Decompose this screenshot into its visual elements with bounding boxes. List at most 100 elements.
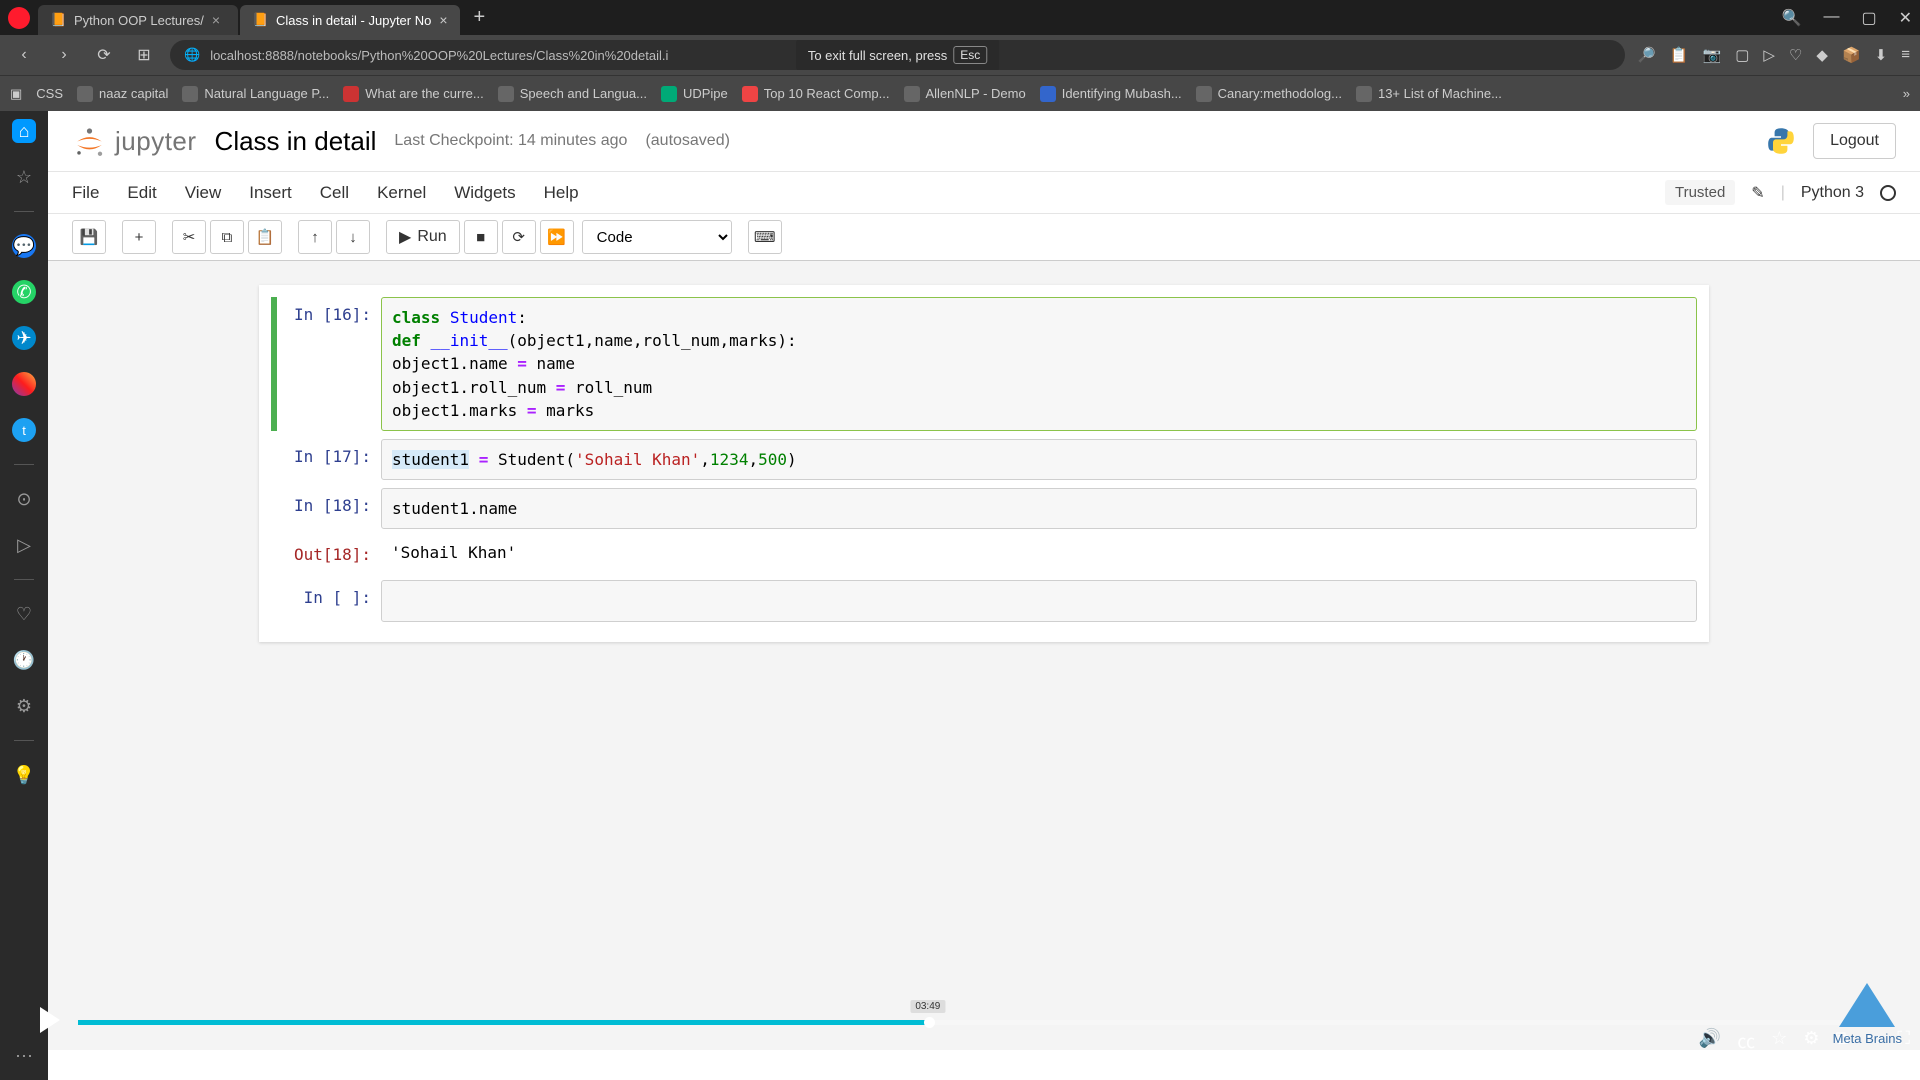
instagram-icon[interactable] (12, 372, 36, 396)
code-input[interactable] (381, 580, 1697, 621)
jupyter-favicon: 📙 (50, 12, 66, 28)
bookmark-item[interactable]: What are the curre... (343, 86, 484, 102)
code-cell[interactable]: In [18]: student1.name (271, 488, 1697, 529)
send-icon[interactable]: ▷ (1763, 46, 1775, 64)
close-window-icon[interactable]: ✕ (1899, 8, 1912, 28)
site-info-icon[interactable]: 🌐 (184, 47, 200, 63)
bookmark-item[interactable]: UDPipe (661, 86, 728, 102)
code-input[interactable]: class Student: def __init__(object1,name… (381, 297, 1697, 431)
menu-widgets[interactable]: Widgets (454, 183, 515, 203)
progress-bar[interactable] (78, 1020, 1890, 1025)
menu-edit[interactable]: Edit (127, 183, 156, 203)
bookmark-item[interactable]: CSS (36, 86, 63, 101)
more-icon[interactable]: ⋯ (12, 1044, 36, 1068)
progress-tooltip: 03:49 (910, 1000, 945, 1013)
reload-button[interactable]: ⟳ (90, 45, 118, 65)
home-icon[interactable]: ⌂ (12, 119, 36, 143)
save-button[interactable]: 💾 (72, 220, 106, 254)
copy-button[interactable]: ⧉ (210, 220, 244, 254)
reader-icon[interactable]: 🔎 (1637, 46, 1656, 64)
new-tab-button[interactable]: + (462, 6, 498, 29)
restart-button[interactable]: ⟳ (502, 220, 536, 254)
camera-icon[interactable]: 📷 (1703, 46, 1722, 64)
minimize-icon[interactable]: — (1823, 8, 1839, 28)
opera-icon[interactable] (8, 7, 30, 29)
jupyter-logo[interactable]: jupyter (72, 124, 197, 159)
settings-icon[interactable]: ⚙ (12, 694, 36, 718)
player-icon[interactable]: ⊙ (12, 487, 36, 511)
bookmark-item[interactable]: Speech and Langua... (498, 86, 647, 102)
paste-button[interactable]: 📋 (248, 220, 282, 254)
telegram-icon[interactable]: ✈ (12, 326, 36, 350)
code-cell[interactable]: In [17]: student1 = Student('Sohail Khan… (271, 439, 1697, 480)
tab-python-oop[interactable]: 📙 Python OOP Lectures/ × (38, 5, 238, 35)
bookmark-item[interactable]: Identifying Mubash... (1040, 86, 1182, 102)
add-cell-button[interactable]: + (122, 220, 156, 254)
grid-icon[interactable]: ⊞ (130, 45, 158, 65)
play-icon[interactable]: ▷ (12, 533, 36, 557)
cc-icon[interactable]: ㏄ (1737, 1028, 1755, 1054)
whatsapp-icon[interactable]: ✆ (12, 280, 36, 304)
video-star-icon[interactable]: ☆ (1771, 1028, 1787, 1054)
heart-icon[interactable]: ♡ (1789, 46, 1802, 64)
notebook-title[interactable]: Class in detail (215, 126, 377, 157)
ext1-icon[interactable]: ◆ (1816, 46, 1828, 64)
code-cell[interactable]: In [ ]: (271, 580, 1697, 621)
menu-view[interactable]: View (185, 183, 222, 203)
volume-icon[interactable]: 🔊 (1699, 1028, 1721, 1054)
move-up-button[interactable]: ↑ (298, 220, 332, 254)
jupyter-favicon: 📙 (252, 12, 268, 28)
lightbulb-icon[interactable]: 💡 (12, 763, 36, 787)
cell-type-select[interactable]: Code (582, 220, 732, 254)
bookmark-item[interactable]: Canary:methodolog... (1196, 86, 1342, 102)
bookmark-item[interactable]: AllenNLP - Demo (904, 86, 1026, 102)
fast-forward-button[interactable]: ⏩ (540, 220, 574, 254)
maximize-icon[interactable]: ▢ (1861, 8, 1876, 28)
code-cell[interactable]: In [16]: class Student: def __init__(obj… (271, 297, 1697, 431)
edit-icon[interactable]: ✎ (1751, 183, 1764, 203)
twitter-icon[interactable]: t (12, 418, 36, 442)
menu-insert[interactable]: Insert (249, 183, 292, 203)
bookmarks-overflow-icon[interactable]: » (1903, 86, 1910, 101)
command-palette-button[interactable]: ⌨ (748, 220, 782, 254)
search-icon[interactable]: 🔍 (1782, 8, 1802, 28)
menu-file[interactable]: File (72, 183, 99, 203)
trusted-badge[interactable]: Trusted (1665, 180, 1735, 205)
progress-thumb[interactable] (924, 1017, 935, 1028)
heart-sidebar-icon[interactable]: ♡ (12, 602, 36, 626)
close-icon[interactable]: × (439, 12, 447, 28)
close-icon[interactable]: × (212, 12, 220, 28)
play-button[interactable] (40, 1007, 60, 1033)
history-icon[interactable]: 🕐 (12, 648, 36, 672)
tab-class-detail[interactable]: 📙 Class in detail - Jupyter No × (240, 5, 460, 35)
star-icon[interactable]: ☆ (12, 165, 36, 189)
cut-button[interactable]: ✂ (172, 220, 206, 254)
bookmark-icon[interactable]: ▢ (1735, 46, 1749, 64)
ext2-icon[interactable]: 📦 (1842, 46, 1861, 64)
bookmark-item[interactable]: Top 10 React Comp... (742, 86, 890, 102)
code-input[interactable]: student1.name (381, 488, 1697, 529)
messenger-icon[interactable]: 💬 (12, 234, 36, 258)
menu-kernel[interactable]: Kernel (377, 183, 426, 203)
cell-output: 'Sohail Khan' (381, 537, 1697, 572)
run-button[interactable]: ▶ Run (386, 220, 460, 254)
back-button[interactable]: ‹ (10, 46, 38, 64)
menu-icon[interactable]: ≡ (1901, 46, 1910, 64)
bookmark-item[interactable]: 13+ List of Machine... (1356, 86, 1502, 102)
url-field[interactable]: 🌐 localhost:8888/notebooks/Python%20OOP%… (170, 40, 1625, 70)
menu-help[interactable]: Help (544, 183, 579, 203)
forward-button[interactable]: › (50, 46, 78, 64)
bookmark-item[interactable]: naaz capital (77, 86, 168, 102)
capture-icon[interactable]: 📋 (1670, 46, 1689, 64)
video-settings-icon[interactable]: ⚙ (1803, 1028, 1819, 1054)
logout-button[interactable]: Logout (1813, 123, 1896, 159)
kernel-name[interactable]: Python 3 (1801, 184, 1864, 202)
code-input[interactable]: student1 = Student('Sohail Khan',1234,50… (381, 439, 1697, 480)
menu-cell[interactable]: Cell (320, 183, 349, 203)
in-prompt: In [18]: (271, 488, 381, 529)
expand-icon[interactable]: ▣ (10, 86, 22, 102)
stop-button[interactable]: ■ (464, 220, 498, 254)
bookmark-item[interactable]: Natural Language P... (182, 86, 329, 102)
move-down-button[interactable]: ↓ (336, 220, 370, 254)
download-icon[interactable]: ⬇ (1875, 46, 1888, 64)
